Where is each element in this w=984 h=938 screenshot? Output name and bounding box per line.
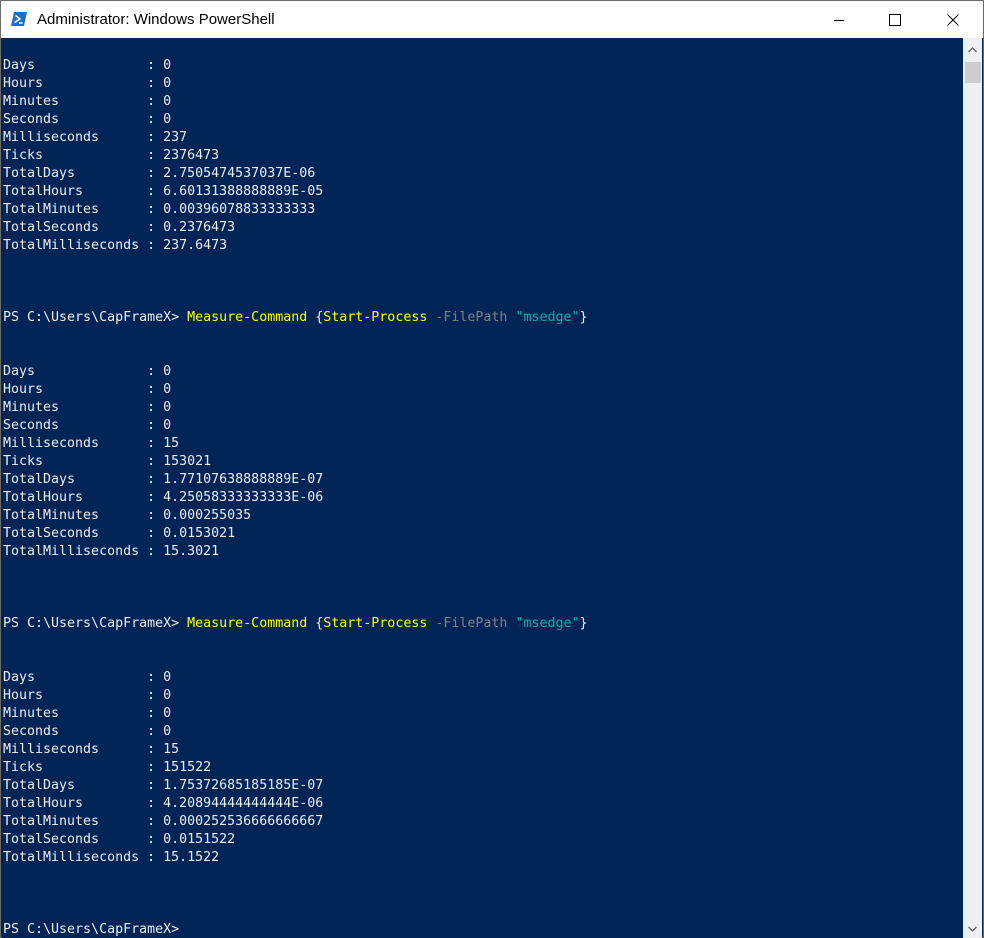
output-line: Milliseconds : 15 — [3, 436, 180, 451]
output-line: Seconds : 0 — [3, 724, 172, 739]
parameter: -FilePath — [435, 310, 508, 325]
command-line: PS C:\Users\CapFrameX> Measure-Command {… — [3, 310, 588, 325]
output-line: TotalMilliseconds : 15.1522 — [3, 850, 220, 865]
output-line: TotalSeconds : 0.2376473 — [3, 220, 236, 235]
command-line: PS C:\Users\CapFrameX> Measure-Command {… — [3, 616, 588, 631]
scroll-down-button[interactable] — [963, 919, 982, 936]
prompt: PS C:\Users\CapFrameX> — [3, 310, 180, 325]
prompt: PS C:\Users\CapFrameX> — [3, 922, 180, 937]
cmdlet: Measure-Command — [187, 616, 308, 631]
output-line: Milliseconds : 237 — [3, 130, 188, 145]
output-line: TotalDays : 1.75372685185185E-07 — [3, 778, 324, 793]
close-icon — [947, 13, 959, 26]
output-line: Minutes : 0 — [3, 706, 172, 721]
output-line: Ticks : 151522 — [3, 760, 212, 775]
output-line: TotalSeconds : 0.0153021 — [3, 526, 236, 541]
chevron-up-icon — [968, 40, 977, 58]
output-line: Minutes : 0 — [3, 94, 172, 109]
title-bar[interactable]: Administrator: Windows PowerShell — [1, 1, 983, 38]
output-line: TotalMinutes : 0.000252536666666667 — [3, 814, 324, 829]
window-title: Administrator: Windows PowerShell — [37, 11, 275, 28]
cmdlet: Measure-Command — [187, 310, 308, 325]
minimize-icon — [833, 14, 845, 26]
scroll-up-button[interactable] — [963, 40, 982, 57]
output-line: TotalSeconds : 0.0151522 — [3, 832, 236, 847]
output-line: Seconds : 0 — [3, 112, 172, 127]
maximize-icon — [889, 13, 901, 26]
string-argument: "msedge" — [515, 616, 580, 631]
console-output[interactable]: Days : 0 Hours : 0 Minutes : 0 Seconds :… — [2, 38, 964, 938]
parameter: -FilePath — [435, 616, 508, 631]
output-line: Minutes : 0 — [3, 400, 172, 415]
output-line: Hours : 0 — [3, 688, 172, 703]
output-line: Days : 0 — [3, 364, 172, 379]
output-line: Milliseconds : 15 — [3, 742, 180, 757]
output-line: Seconds : 0 — [3, 418, 172, 433]
powershell-icon — [10, 10, 28, 28]
output-line: Ticks : 2376473 — [3, 148, 220, 163]
output-line: TotalHours : 6.60131388888889E-05 — [3, 184, 324, 199]
scroll-thumb[interactable] — [965, 62, 981, 83]
output-line: TotalMilliseconds : 15.3021 — [3, 544, 220, 559]
maximize-button[interactable] — [867, 1, 923, 38]
output-line: TotalMilliseconds : 237.6473 — [3, 238, 228, 253]
output-line: TotalDays : 1.77107638888889E-07 — [3, 472, 324, 487]
output-line: Days : 0 — [3, 670, 172, 685]
output-line: TotalDays : 2.7505474537037E-06 — [3, 166, 316, 181]
prompt: PS C:\Users\CapFrameX> — [3, 616, 180, 631]
command-line[interactable]: PS C:\Users\CapFrameX> — [3, 921, 179, 938]
output-line: Hours : 0 — [3, 76, 172, 91]
string-argument: "msedge" — [515, 310, 580, 325]
output-line: TotalHours : 4.20894444444444E-06 — [3, 796, 324, 811]
close-button[interactable] — [925, 1, 981, 38]
output-line: Hours : 0 — [3, 382, 172, 397]
output-line: TotalHours : 4.25058333333333E-06 — [3, 490, 324, 505]
output-line: Days : 0 — [3, 58, 172, 73]
output-line: Ticks : 153021 — [3, 454, 212, 469]
vertical-scrollbar[interactable] — [963, 38, 982, 938]
minimize-button[interactable] — [811, 1, 867, 38]
cmdlet: Start-Process — [323, 616, 428, 631]
output-line: TotalMinutes : 0.00396078833333333 — [3, 202, 316, 217]
cmdlet: Start-Process — [323, 310, 428, 325]
chevron-down-icon — [968, 919, 977, 937]
output-line: TotalMinutes : 0.000255035 — [3, 508, 252, 523]
powershell-window: Administrator: Windows PowerShell Days :… — [0, 0, 984, 938]
